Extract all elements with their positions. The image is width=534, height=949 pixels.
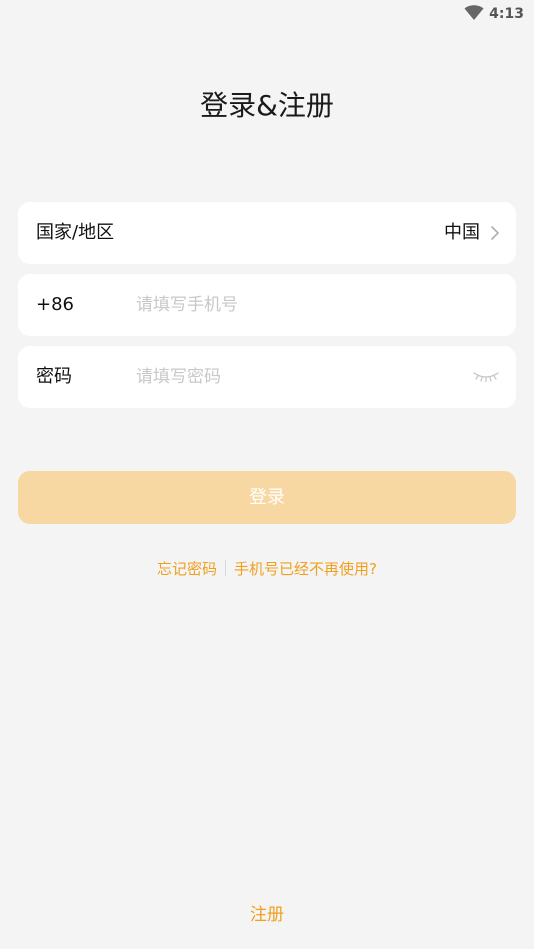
password-input[interactable] [136,360,436,394]
register-link[interactable]: 注册 [0,903,534,927]
wifi-icon [464,5,484,20]
page-title: 登录&注册 [200,89,334,122]
login-button[interactable]: 登录 [18,471,516,524]
phone-field-row: +86 [18,274,516,336]
country-code[interactable]: +86 [36,274,74,336]
status-time: 4:13 [489,6,524,22]
phone-input[interactable] [136,288,456,322]
link-divider [225,560,227,576]
region-selector[interactable]: 国家/地区 中国 [18,202,516,264]
region-value: 中国 [444,222,480,243]
password-label: 密码 [36,366,72,387]
chevron-right-icon [491,226,499,240]
status-bar: 4:13 [0,0,534,28]
forgot-password-link[interactable]: 忘记密码 [157,560,217,578]
help-links: 忘记密码 手机号已经不再使用? [0,558,534,580]
phone-unavailable-link[interactable]: 手机号已经不再使用? [234,560,377,578]
password-field-row: 密码 [18,346,516,408]
eye-closed-icon[interactable] [472,368,500,384]
region-label: 国家/地区 [36,222,115,243]
